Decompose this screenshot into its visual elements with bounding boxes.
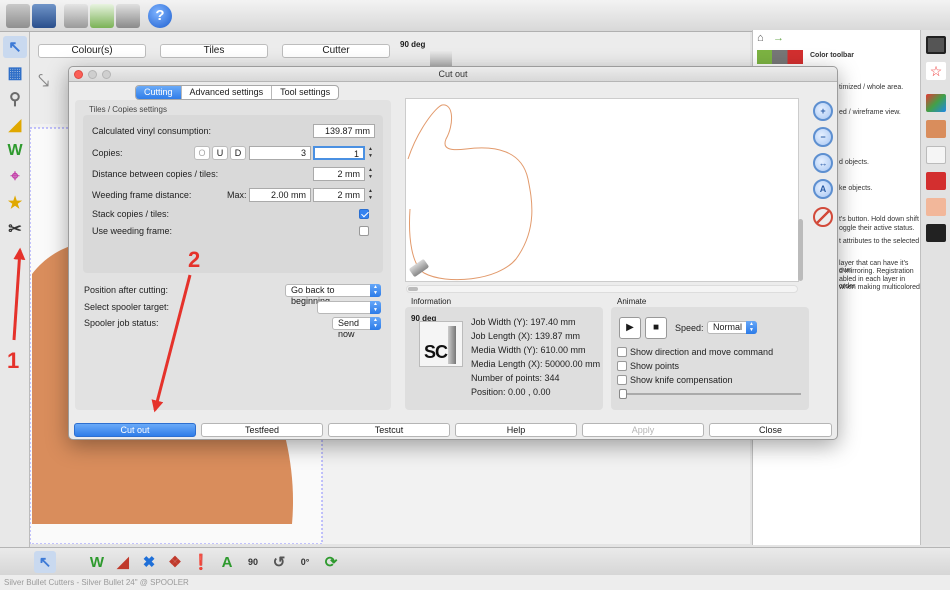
annotation-overlay	[12, 247, 192, 413]
annotation-marker-2: 2	[188, 247, 201, 272]
annotation-arrow-2	[151, 274, 192, 413]
annotation-arrow-1	[12, 247, 26, 341]
annotation-marker-1: 1	[7, 348, 20, 373]
